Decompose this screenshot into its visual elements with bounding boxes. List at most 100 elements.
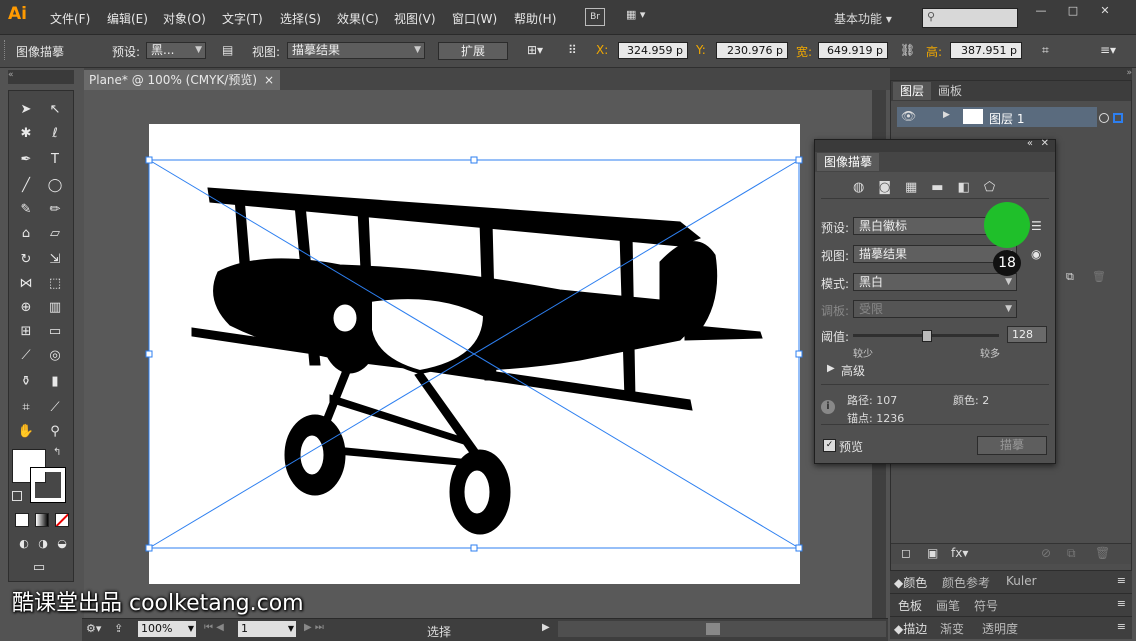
selection-bounding-box[interactable] bbox=[145, 156, 805, 554]
tab-artboards[interactable]: 画板 bbox=[931, 82, 969, 100]
magic-wand-tool-icon[interactable]: ✱ bbox=[14, 123, 38, 145]
symbol-sprayer-tool-icon[interactable]: ⚱ bbox=[14, 371, 38, 393]
grayscale-icon[interactable]: ▬ bbox=[931, 180, 957, 195]
auto-color-icon[interactable]: ◍ bbox=[853, 180, 878, 195]
delete-item-icon[interactable]: 🗑 bbox=[1092, 270, 1106, 283]
none-mode-icon[interactable] bbox=[55, 513, 69, 527]
eye-icon[interactable]: 👁 bbox=[901, 109, 916, 123]
panel-menu-icon[interactable]: ≡ bbox=[1117, 620, 1126, 633]
tab-color[interactable]: ◆颜色 bbox=[894, 574, 927, 591]
width-tool-icon[interactable]: ⋈ bbox=[14, 273, 38, 295]
artboard-tool-icon[interactable]: ⌗ bbox=[14, 397, 38, 419]
panel-menu-icon[interactable]: ≡ bbox=[1117, 597, 1126, 610]
minimize-button[interactable]: — bbox=[1030, 4, 1052, 18]
panel-menu-icon[interactable]: ≡▾ bbox=[1100, 43, 1116, 57]
blob-brush-tool-icon[interactable]: ⌂ bbox=[14, 223, 38, 245]
last-artboard-icon[interactable]: ▶ ⏭ bbox=[304, 622, 324, 633]
zoom-dropdown[interactable]: 100% ▼ bbox=[138, 621, 196, 637]
direct-selection-tool-icon[interactable]: ↖ bbox=[43, 99, 67, 121]
column-graph-tool-icon[interactable]: ▮ bbox=[43, 371, 67, 393]
tab-kuler[interactable]: Kuler bbox=[1006, 574, 1037, 588]
menu-file[interactable]: 文件(F) bbox=[50, 10, 90, 27]
new-layer-icon[interactable]: ⧉ bbox=[1067, 546, 1076, 561]
stroke-swatch[interactable] bbox=[30, 467, 66, 503]
transform-icon[interactable]: ⌗ bbox=[1042, 43, 1049, 58]
close-tab-icon[interactable]: × bbox=[264, 70, 274, 90]
gradient-tool-icon[interactable]: ▭ bbox=[43, 321, 67, 343]
layer-row[interactable]: 👁 ▶ 图层 1 bbox=[897, 107, 1097, 127]
close-icon[interactable]: ✕ bbox=[1041, 138, 1049, 149]
swap-fill-stroke-icon[interactable]: ↰ bbox=[53, 447, 61, 458]
dock-header[interactable]: » bbox=[890, 68, 1132, 80]
selection-tool-icon[interactable]: ➤ bbox=[14, 99, 38, 121]
color-mode-icon[interactable] bbox=[15, 513, 29, 527]
tab-layers[interactable]: 图层 bbox=[893, 82, 932, 100]
status-arrow-icon[interactable]: ▶ bbox=[542, 622, 550, 633]
preset-menu-icon[interactable]: ☰ bbox=[1031, 219, 1042, 233]
perspective-grid-tool-icon[interactable]: ▥ bbox=[43, 297, 67, 319]
no-icon[interactable]: ⊘ bbox=[1041, 546, 1051, 560]
view-dropdown[interactable]: 描摹结果 ▼ bbox=[287, 42, 425, 59]
black-white-icon[interactable]: ◧ bbox=[958, 180, 984, 195]
tab-brushes[interactable]: 画笔 bbox=[936, 597, 960, 614]
scrollbar-thumb[interactable] bbox=[706, 623, 720, 635]
trace-panel-titlebar[interactable]: « ✕ bbox=[815, 138, 1055, 152]
threshold-slider-thumb[interactable] bbox=[922, 330, 932, 342]
trace-button[interactable]: 描摹 bbox=[977, 436, 1047, 455]
advanced-expand-icon[interactable]: ▶ bbox=[827, 363, 835, 374]
menu-select[interactable]: 选择(S) bbox=[280, 10, 321, 27]
low-color-icon[interactable]: ▦ bbox=[905, 180, 931, 195]
close-button[interactable]: ✕ bbox=[1094, 4, 1116, 18]
threshold-slider[interactable] bbox=[853, 330, 999, 342]
draw-inside-icon[interactable]: ◒ bbox=[50, 533, 74, 555]
menu-effect[interactable]: 效果(C) bbox=[337, 10, 379, 27]
expand-button[interactable]: 扩展 bbox=[438, 42, 508, 60]
trace-panel-icon[interactable]: ▤ bbox=[222, 43, 233, 57]
locate-object-icon[interactable]: ◻ bbox=[901, 546, 911, 560]
high-color-icon[interactable]: ◙ bbox=[878, 180, 905, 195]
tab-swatches[interactable]: 色板 bbox=[898, 597, 922, 614]
document-tab[interactable]: Plane* @ 100% (CMYK/预览) × bbox=[84, 70, 280, 90]
maximize-button[interactable]: □ bbox=[1062, 4, 1084, 18]
eraser-tool-icon[interactable]: ▱ bbox=[43, 223, 67, 245]
fx-icon[interactable]: fx▾ bbox=[951, 546, 968, 560]
preview-checkbox[interactable]: ✓ bbox=[823, 439, 836, 452]
reference-point-icon[interactable]: ⠿ bbox=[568, 43, 577, 57]
tab-color-guide[interactable]: 颜色参考 bbox=[942, 574, 990, 591]
arrange-documents-icon[interactable]: ▦ ▾ bbox=[626, 8, 652, 24]
panel-menu-icon[interactable]: ≡ bbox=[1117, 574, 1126, 587]
trash-icon[interactable]: 🗑 bbox=[1095, 546, 1110, 560]
search-input[interactable]: ⚲ bbox=[922, 8, 1018, 28]
link-icon[interactable]: ⛓ bbox=[900, 43, 915, 57]
zoom-tool-icon[interactable]: ⚲ bbox=[43, 421, 67, 443]
menu-edit[interactable]: 编辑(E) bbox=[107, 10, 148, 27]
ellipse-tool-icon[interactable]: ◯ bbox=[43, 175, 67, 197]
menu-view[interactable]: 视图(V) bbox=[394, 10, 436, 27]
align-icon[interactable]: ⊞▾ bbox=[527, 43, 543, 57]
lasso-tool-icon[interactable]: ℓ bbox=[43, 123, 67, 145]
shape-builder-tool-icon[interactable]: ⊕ bbox=[14, 297, 38, 319]
paintbrush-tool-icon[interactable]: ✎ bbox=[14, 199, 38, 221]
threshold-field[interactable]: 128 bbox=[1007, 326, 1047, 343]
blend-tool-icon[interactable]: ◎ bbox=[43, 345, 67, 367]
horizontal-scrollbar[interactable] bbox=[558, 621, 886, 637]
layer-selection-icon[interactable] bbox=[1113, 113, 1123, 123]
trace-mode-dropdown[interactable]: 黑白 ▼ bbox=[853, 273, 1017, 291]
gradient-mode-icon[interactable] bbox=[35, 513, 49, 527]
free-transform-tool-icon[interactable]: ⬚ bbox=[43, 273, 67, 295]
default-colors-icon[interactable] bbox=[12, 491, 22, 501]
scale-tool-icon[interactable]: ⇲ bbox=[43, 249, 67, 271]
tab-transparency[interactable]: 透明度 bbox=[982, 620, 1018, 637]
toolbox-header[interactable]: « bbox=[8, 70, 74, 84]
share-icon[interactable]: ⇪ bbox=[114, 622, 123, 635]
menu-type[interactable]: 文字(T) bbox=[222, 10, 263, 27]
rotate-tool-icon[interactable]: ↻ bbox=[14, 249, 38, 271]
new-item-icon[interactable]: ⧉ bbox=[1066, 270, 1074, 284]
expand-layer-icon[interactable]: ▶ bbox=[943, 110, 950, 120]
x-field[interactable]: 324.959 p bbox=[618, 42, 688, 59]
menu-help[interactable]: 帮助(H) bbox=[514, 10, 556, 27]
eyedropper-tool-icon[interactable]: ⟋ bbox=[14, 345, 38, 367]
tab-stroke[interactable]: ◆描边 bbox=[894, 620, 927, 637]
view-original-eye-icon[interactable]: ◉ bbox=[1031, 247, 1041, 261]
trace-panel-title[interactable]: 图像描摹 bbox=[817, 153, 880, 171]
